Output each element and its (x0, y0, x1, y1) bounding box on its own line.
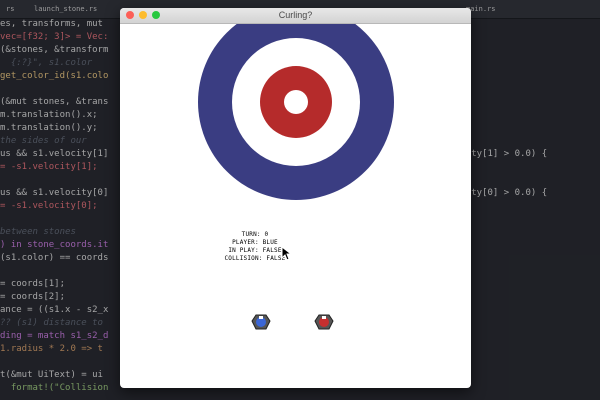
collision-label: COLLISION: FALSE (224, 255, 286, 262)
mouse-cursor-icon (282, 247, 292, 261)
in-play-label: IN PLAY: FALSE (228, 247, 282, 254)
house-button (284, 90, 308, 114)
turn-label: TURN: 0 (241, 231, 269, 238)
window-titlebar[interactable]: Curling? (120, 8, 471, 24)
game-scene (198, 8, 394, 330)
blue-stone[interactable] (251, 314, 271, 330)
game-status-panel: TURN: 0 PLAYER: BLUE IN PLAY: FALSE COLL… (190, 231, 320, 263)
red-stone[interactable] (314, 314, 334, 330)
game-window[interactable]: Curling? TURN: 0 PLAYER: BLUE IN PLAY: F… (120, 8, 471, 388)
stone-handle (259, 316, 263, 319)
window-title: Curling? (278, 10, 313, 20)
player-label: PLAYER: BLUE (232, 239, 278, 246)
stone-handle (322, 316, 326, 319)
game-canvas[interactable]: TURN: 0 PLAYER: BLUE IN PLAY: FALSE COLL… (120, 8, 471, 388)
